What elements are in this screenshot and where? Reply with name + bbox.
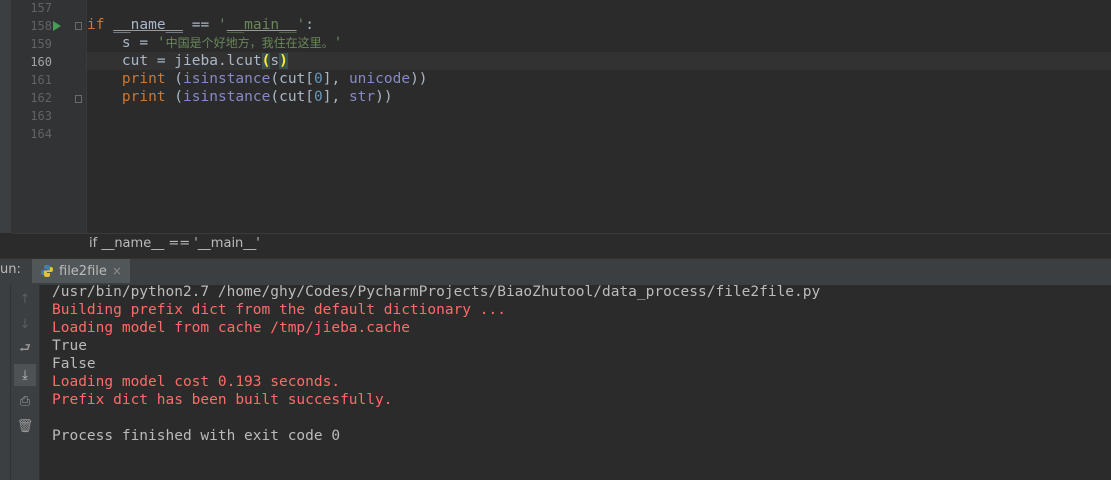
line-number: 162 [30, 91, 52, 105]
line-number: 157 [30, 1, 52, 15]
code-line-159[interactable]: s = '中国是个好地方，我住在这里。' [87, 34, 342, 52]
assignment: cut = jieba.lcut [87, 53, 262, 69]
python-icon [41, 265, 53, 277]
run-left-edge [0, 285, 11, 480]
string-quote: ' [333, 35, 343, 51]
code-fragment: ], [322, 71, 349, 87]
operator: == [183, 17, 218, 33]
left-tool-strip [0, 0, 12, 233]
code-line-160[interactable]: cut = jieba.lcut(s) [87, 52, 288, 70]
console-line-stderr: Loading model cost 0.193 seconds. [52, 374, 341, 390]
code-fragment: ], [322, 89, 349, 105]
run-panel-header [0, 258, 1111, 286]
code-fragment: (cut[ [270, 89, 315, 105]
string-main: __main__ [226, 17, 297, 33]
code-fragment: (cut[ [270, 71, 315, 87]
breadcrumb[interactable]: if __name__ == '__main__' [89, 236, 260, 251]
arrow-down-icon[interactable]: ↓ [14, 313, 36, 335]
soft-wrap-icon[interactable]: ⮐ [14, 339, 36, 361]
line-number: 158 [30, 19, 52, 33]
keyword-if: if [87, 17, 105, 33]
line-number: 161 [30, 73, 52, 87]
console-line: /usr/bin/python2.7 /home/ghy/Codes/Pycha… [52, 284, 821, 300]
paren: )) [375, 89, 393, 105]
fold-collapse-icon[interactable] [75, 22, 82, 30]
string-quote: ' [156, 35, 166, 51]
scroll-to-end-icon[interactable]: ⤓ [14, 364, 36, 386]
builtin-str: str [348, 89, 376, 105]
trash-icon[interactable]: 🗑 [14, 415, 36, 437]
paren: ( [165, 89, 184, 105]
run-tab-label: file2file [59, 263, 107, 279]
arrow-up-icon[interactable]: ↑ [14, 288, 36, 310]
number: 0 [314, 71, 323, 87]
number: 0 [314, 89, 323, 105]
line-number: 164 [30, 127, 52, 141]
string-chinese: 中国是个好地方，我住在这里。 [165, 36, 334, 50]
print-icon[interactable]: ⎙ [14, 390, 36, 412]
code-line-162[interactable]: print (isinstance(cut[0], str)) [87, 88, 393, 106]
fold-end-icon[interactable] [75, 95, 82, 103]
line-number: 163 [30, 109, 52, 123]
builtin-unicode: unicode [348, 71, 411, 87]
builtin-isinstance: isinstance [183, 71, 271, 87]
console-line-stderr: Loading model from cache /tmp/jieba.cach… [52, 320, 410, 336]
keyword-print: print [121, 71, 166, 87]
argument: s [270, 53, 280, 69]
string-quote: ' [217, 17, 227, 33]
run-tab-file2file[interactable]: file2file × [32, 259, 130, 283]
dunder-name: __name__ [113, 17, 184, 33]
code-line-161[interactable]: print (isinstance(cut[0], unicode)) [87, 70, 428, 88]
paren: )) [410, 71, 428, 87]
editor-gutter: 157 158 159 160 161 162 163 164 [12, 0, 87, 233]
line-number-current: 160 [30, 55, 52, 69]
colon: : [305, 17, 315, 33]
console-line: True [52, 338, 87, 354]
run-gutter-icon[interactable] [53, 21, 61, 31]
string-quote: ' [296, 17, 306, 33]
line-number: 159 [30, 37, 52, 51]
paren: ( [165, 71, 184, 87]
paren-match: ) [279, 53, 288, 69]
code-line-158[interactable]: if __name__ == '__main__': [87, 16, 314, 34]
console-line-stderr: Building prefix dict from the default di… [52, 302, 506, 318]
console-line-exit: Process finished with exit code 0 [52, 428, 341, 444]
assignment: s = [87, 35, 157, 51]
keyword-print: print [121, 89, 166, 105]
console-line: False [52, 356, 96, 372]
run-panel-label: un: [0, 262, 21, 277]
close-icon[interactable]: × [112, 264, 122, 278]
console-line-stderr: Prefix dict has been built succesfully. [52, 392, 393, 408]
builtin-isinstance: isinstance [183, 89, 271, 105]
